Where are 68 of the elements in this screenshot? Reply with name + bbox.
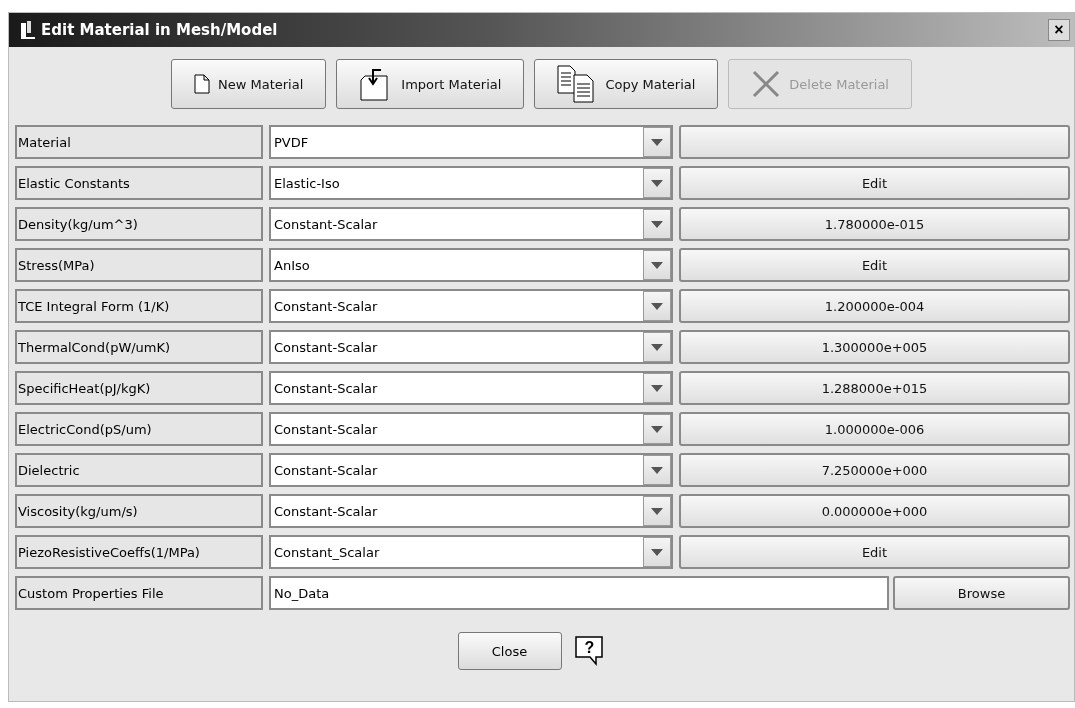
property-value-button[interactable]: 7.250000e+000 [679,453,1070,487]
triangle-down-icon [651,548,663,556]
document-icon [194,74,210,94]
triangle-down-icon [651,425,663,433]
property-dropdown[interactable]: PVDF [269,125,673,159]
cross-icon [751,69,782,99]
triangle-down-icon [651,384,663,392]
property-label: ThermalCond(pW/umK) [15,330,263,364]
property-value-button[interactable]: Edit [679,248,1070,282]
property-value-button[interactable]: 1.300000e+005 [679,330,1070,364]
property-dropdown[interactable]: Constant_Scalar [269,535,673,569]
dropdown-arrow-button[interactable] [643,332,671,362]
triangle-down-icon [651,179,663,187]
blank-button[interactable] [679,125,1070,159]
window-app-icon [19,20,37,40]
property-dropdown[interactable]: Constant-Scalar [269,494,673,528]
property-label: Density(kg/um^3) [15,207,263,241]
triangle-down-icon [651,220,663,228]
dropdown-arrow-button[interactable] [643,250,671,280]
property-label: Material [15,125,263,159]
close-dialog-button[interactable]: Close [457,632,562,670]
copy-material-button[interactable]: Copy Material [534,59,719,109]
window-title: Edit Material in Mesh/Model [41,21,279,39]
property-label: TCE Integral Form (1/K) [15,289,263,323]
property-dropdown[interactable]: Constant-Scalar [269,330,673,364]
property-label: ElectricCond(pS/um) [15,412,263,446]
property-dropdown[interactable]: Elastic-Iso [269,166,673,200]
import-material-button[interactable]: Import Material [336,59,525,109]
property-value-button[interactable]: Edit [679,535,1070,569]
property-dropdown[interactable]: AnIso [269,248,673,282]
property-dropdown[interactable]: Constant-Scalar [269,289,673,323]
property-label: Custom Properties File [15,576,263,610]
property-value-button[interactable]: 1.000000e-006 [679,412,1070,446]
property-label: Dielectric [15,453,263,487]
property-dropdown[interactable]: Constant-Scalar [269,207,673,241]
property-dropdown[interactable]: Constant-Scalar [269,412,673,446]
property-label: Elastic Constants [15,166,263,200]
triangle-down-icon [651,261,663,269]
property-label: PiezoResistiveCoeffs(1/MPa) [15,535,263,569]
triangle-down-icon [651,302,663,310]
dropdown-arrow-button[interactable] [643,127,671,157]
file-path-field[interactable]: No_Data [269,576,889,610]
property-label: SpecificHeat(pJ/kgK) [15,371,263,405]
property-value-button[interactable]: Edit [679,166,1070,200]
dropdown-arrow-button[interactable] [643,373,671,403]
dropdown-arrow-button[interactable] [643,168,671,198]
dropdown-arrow-button[interactable] [643,537,671,567]
property-value-button[interactable]: 1.200000e-004 [679,289,1070,323]
property-value-button[interactable]: 0.000000e+000 [679,494,1070,528]
dropdown-arrow-button[interactable] [643,496,671,526]
property-value-button[interactable]: 1.288000e+015 [679,371,1070,405]
property-value-button[interactable]: 1.780000e-015 [679,207,1070,241]
property-label: Viscosity(kg/um/s) [15,494,263,528]
new-material-button[interactable]: New Material [171,59,327,109]
triangle-down-icon [651,507,663,515]
dropdown-arrow-button[interactable] [643,209,671,239]
triangle-down-icon [651,343,663,351]
triangle-down-icon [651,138,663,146]
property-dropdown[interactable]: Constant-Scalar [269,371,673,405]
property-label: Stress(MPa) [15,248,263,282]
close-button[interactable]: × [1048,19,1070,41]
property-dropdown[interactable]: Constant-Scalar [269,453,673,487]
triangle-down-icon [651,466,663,474]
dropdown-arrow-button[interactable] [643,291,671,321]
dropdown-arrow-button[interactable] [643,455,671,485]
browse-button[interactable]: Browse [893,576,1070,610]
help-button[interactable]: ? [573,635,606,667]
dropdown-arrow-button[interactable] [643,414,671,444]
